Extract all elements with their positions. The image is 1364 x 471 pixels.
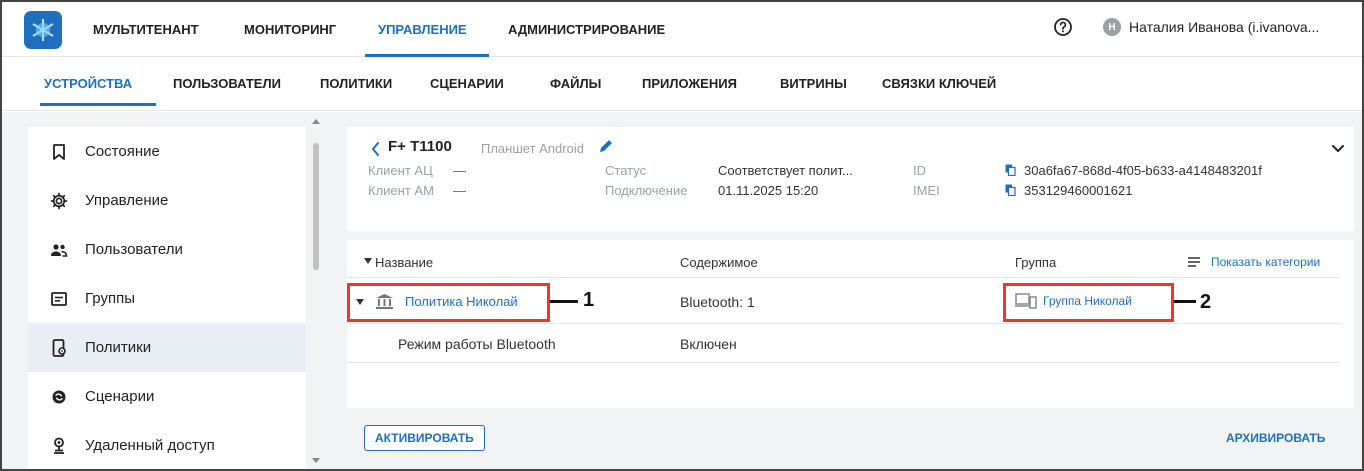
imei-value: 353129460001621 (1024, 183, 1133, 198)
table-footer (347, 408, 1354, 469)
tab-files[interactable]: ФАЙЛЫ (550, 76, 601, 91)
edit-pencil-icon[interactable] (597, 137, 615, 155)
sidebar-item-remote-access[interactable]: Удаленный доступ (28, 421, 306, 470)
tab-scenarios[interactable]: СЦЕНАРИИ (430, 76, 504, 91)
scroll-up-arrow-icon[interactable] (312, 119, 320, 124)
scenario-icon (50, 388, 68, 406)
topnav-multitenant[interactable]: МУЛЬТИТЕНАНТ (93, 22, 199, 37)
client-am-label: Клиент AM (368, 183, 434, 198)
callout-line-1 (550, 300, 578, 303)
avatar[interactable]: Н (1103, 18, 1121, 36)
copy-icon[interactable] (1005, 184, 1016, 196)
app-logo-icon[interactable] (24, 11, 62, 49)
connection-label: Подключение (605, 183, 688, 198)
sidebar-item-label: Управление (85, 192, 169, 209)
gear-icon (50, 192, 68, 210)
sidebar-item-users[interactable]: Пользователи (28, 225, 306, 274)
id-label: ID (913, 163, 926, 178)
sidebar: Состояние Управление Пользователи Группы… (28, 127, 306, 469)
topnav-management[interactable]: УПРАВЛЕНИЕ (378, 22, 467, 37)
sidebar-item-label: Группы (85, 290, 135, 307)
column-header-group: Группа (1015, 255, 1057, 270)
sort-down-icon[interactable] (364, 258, 372, 264)
tab-showcases[interactable]: ВИТРИНЫ (780, 76, 847, 91)
highlight-box-group (1003, 283, 1174, 322)
tab-users[interactable]: ПОЛЬЗОВАТЕЛИ (173, 76, 281, 91)
id-value: 30a6fa67-868d-4f05-b633-a4148483201f (1024, 163, 1262, 178)
connection-value: 01.11.2025 15:20 (718, 183, 819, 198)
sidebar-item-scenarios[interactable]: Сценарии (28, 372, 306, 421)
tab-keychains[interactable]: СВЯЗКИ КЛЮЧЕЙ (882, 76, 996, 91)
callout-number-1: 1 (583, 289, 595, 311)
sidebar-item-groups[interactable]: Группы (28, 274, 306, 323)
tab-devices[interactable]: УСТРОЙСТВА (44, 76, 132, 91)
chevron-down-icon[interactable] (1331, 141, 1345, 155)
topnav-monitoring[interactable]: МОНИТОРИНГ (244, 22, 336, 37)
sidebar-item-label: Сценарии (85, 388, 155, 405)
bookmark-icon (50, 143, 68, 161)
imei-label: IMEI (913, 183, 940, 198)
sidebar-item-label: Пользователи (85, 241, 183, 258)
column-header-name[interactable]: Название (375, 255, 433, 270)
tab-applications[interactable]: ПРИЛОЖЕНИЯ (642, 76, 737, 91)
status-label: Статус (605, 163, 647, 178)
sidebar-item-label: Состояние (85, 143, 160, 160)
highlight-box-policy (347, 283, 550, 322)
sidebar-item-label: Политики (85, 339, 152, 356)
subnav-active-underline (40, 103, 156, 106)
sidebar-item-label: Удаленный доступ (85, 437, 215, 454)
list-icon[interactable] (1188, 257, 1200, 267)
back-chevron-icon[interactable] (371, 142, 380, 156)
sidebar-scrollbar[interactable] (313, 143, 319, 270)
client-ac-value: — (453, 163, 466, 178)
users-icon (50, 241, 68, 259)
tab-policies[interactable]: ПОЛИТИКИ (320, 76, 392, 91)
client-ac-label: Клиент АЦ (368, 163, 433, 178)
copy-icon[interactable] (1005, 164, 1016, 176)
archive-button[interactable]: АРХИВИРОВАТЬ (1226, 431, 1325, 445)
sidebar-item-status[interactable]: Состояние (28, 127, 306, 176)
client-am-value: — (453, 183, 466, 198)
scroll-down-arrow-icon[interactable] (312, 458, 320, 463)
callout-line-2 (1174, 300, 1196, 303)
policy-phone-icon (50, 338, 68, 357)
device-type: Планшет Android (481, 141, 584, 156)
topnav-administration[interactable]: АДМИНИСТРИРОВАНИЕ (508, 22, 665, 37)
row-divider (347, 323, 1340, 324)
policy-content: Bluetooth: 1 (680, 294, 755, 310)
setting-name: Режим работы Bluetooth (398, 336, 556, 352)
device-name: F+ T1100 (388, 138, 452, 155)
callout-number-2: 2 (1200, 291, 1212, 313)
activate-button[interactable]: АКТИВИРОВАТЬ (364, 425, 485, 451)
column-header-content: Содержимое (680, 255, 758, 270)
user-name[interactable]: Наталия Иванова (i.ivanova... (1129, 19, 1319, 35)
sidebar-item-management[interactable]: Управление (28, 176, 306, 225)
topnav-active-underline (365, 54, 489, 57)
folder-icon (50, 290, 68, 308)
help-icon[interactable] (1053, 17, 1073, 37)
show-categories-link[interactable]: Показать категории (1211, 255, 1320, 269)
sidebar-item-policies[interactable]: Политики (28, 323, 306, 372)
remote-access-icon (50, 437, 68, 455)
header-divider (347, 277, 1340, 278)
status-value: Соответствует полит... (718, 163, 853, 178)
setting-value: Включен (680, 336, 737, 352)
row-divider (347, 362, 1340, 363)
